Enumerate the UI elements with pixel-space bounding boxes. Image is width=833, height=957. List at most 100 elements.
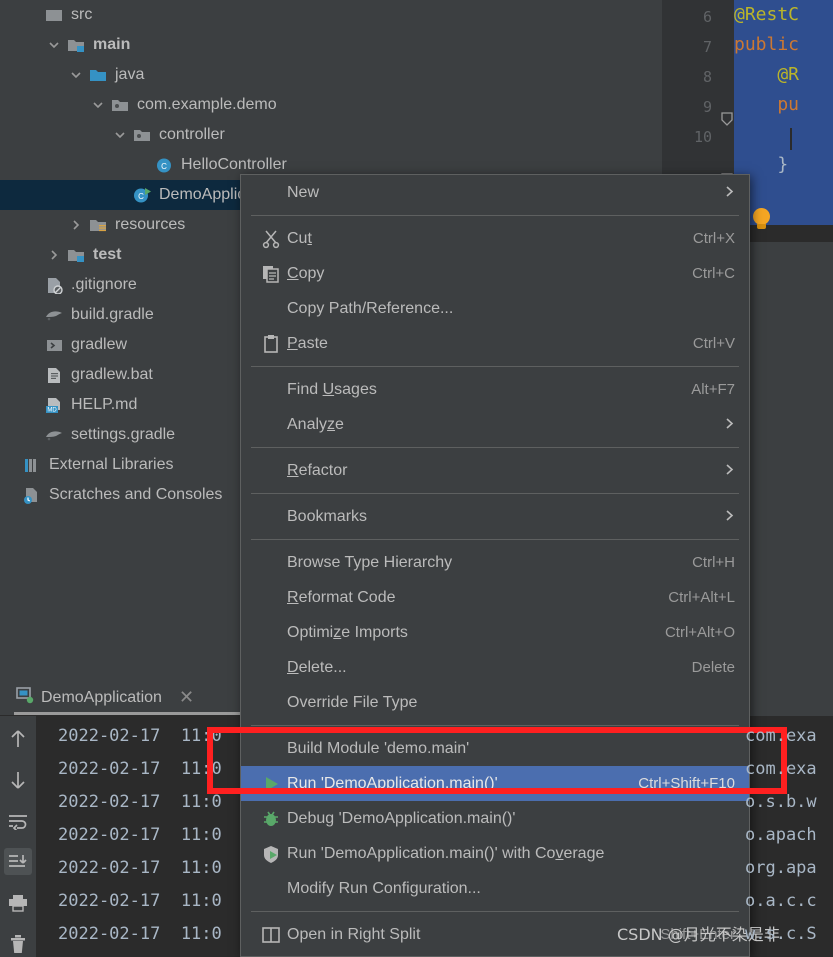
tree-item-label: HelloController: [181, 156, 287, 173]
tree-item-label: build.gradle: [71, 306, 154, 323]
print-icon[interactable]: [4, 889, 32, 916]
menu-item-modify-run-configuration[interactable]: Modify Run Configuration...: [241, 871, 749, 906]
menu-item-copy[interactable]: Copy Ctrl+C: [241, 256, 749, 291]
log-logger-name: w.s.c.S: [745, 924, 817, 944]
chevron-right-icon[interactable]: [66, 219, 86, 231]
menu-item-label: Reformat Code: [287, 588, 396, 606]
close-icon[interactable]: ✕: [179, 687, 194, 708]
line-number: 6: [702, 8, 712, 26]
menu-item-shortcut: Ctrl+H: [692, 554, 735, 571]
scroll-up-icon[interactable]: [4, 726, 32, 753]
gradle-icon: [42, 307, 66, 324]
menu-item-label: Analyze: [287, 415, 344, 433]
scratches-icon: [20, 487, 44, 504]
log-logger-name: com.exa: [745, 759, 817, 779]
chevron-down-icon[interactable]: [66, 69, 86, 81]
menu-item-bookmarks[interactable]: Bookmarks: [241, 499, 749, 534]
menu-item-label: Copy: [287, 264, 325, 282]
menu-item-shortcut: Ctrl+X: [692, 230, 735, 247]
intention-bulb-icon[interactable]: [753, 208, 770, 229]
fold-marker-collapse-icon[interactable]: [721, 112, 733, 130]
code-line-8: @R: [734, 64, 800, 85]
tree-item-com-example-demo[interactable]: com.example.demo: [0, 90, 680, 120]
clear-all-trash-icon[interactable]: [4, 930, 32, 957]
menu-item-run-demoapplication-main[interactable]: Run 'DemoApplication.main()' Ctrl+Shift+F…: [241, 766, 749, 801]
menu-item-open-in[interactable]: Open In: [241, 952, 749, 956]
shell-script-icon: [42, 337, 66, 354]
package-icon: [130, 127, 154, 144]
tree-item-src[interactable]: src: [0, 0, 680, 30]
chevron-down-icon[interactable]: [110, 129, 130, 141]
menu-item-label: Browse Type Hierarchy: [287, 553, 453, 571]
menu-item-new[interactable]: New: [241, 175, 749, 210]
menu-item-copy-path-reference[interactable]: Copy Path/Reference...: [241, 291, 749, 326]
log-logger-name: o.apach: [745, 825, 817, 845]
menu-separator: [251, 215, 739, 216]
folder-gray-icon: [42, 7, 66, 24]
menu-item-shortcut: Delete: [691, 659, 735, 676]
tree-item-label: test: [93, 246, 122, 263]
menu-item-label: Cut: [287, 229, 312, 247]
menu-item-optimize-imports[interactable]: Optimize Imports Ctrl+Alt+O: [241, 615, 749, 650]
chevron-down-icon[interactable]: [44, 39, 64, 51]
svg-text:C: C: [138, 192, 144, 201]
log-logger-name: org.apa: [745, 858, 817, 878]
menu-item-override-file-type[interactable]: Override File Type: [241, 685, 749, 720]
soft-wrap-icon[interactable]: [4, 808, 32, 835]
tree-item-label: java: [115, 66, 145, 83]
log-line: 2022-02-17 11:0: [58, 792, 222, 812]
split-icon: [255, 925, 287, 945]
tree-item-controller[interactable]: controller: [0, 120, 680, 150]
line-number: 8: [702, 68, 712, 86]
log-line: 2022-02-17 11:0: [58, 825, 222, 845]
tree-item-label: Scratches and Consoles: [49, 486, 223, 503]
chevron-down-icon[interactable]: [88, 99, 108, 111]
tree-item-label: gradlew.bat: [71, 366, 153, 383]
menu-separator: [251, 911, 739, 912]
cut-icon: [255, 229, 287, 249]
menu-item-paste[interactable]: Paste Ctrl+V: [241, 326, 749, 361]
tree-item-label: controller: [159, 126, 225, 143]
folder-source-icon: [64, 37, 88, 54]
chevron-right-icon[interactable]: [44, 249, 64, 261]
folder-test-icon: [64, 247, 88, 264]
menu-item-label: New: [287, 183, 320, 201]
project-view-context-menu[interactable]: New Cut Ctrl+X Copy Ctrl+C Copy Path/Referenc…: [240, 174, 750, 957]
chevron-right-icon: [724, 417, 735, 433]
scroll-down-icon[interactable]: [4, 767, 32, 794]
chevron-right-icon: [724, 509, 735, 525]
tree-item-label: HELP.md: [71, 396, 138, 413]
log-line: 2022-02-17 11:0: [58, 759, 222, 779]
console-tab-demoapplication[interactable]: DemoApplication ✕: [14, 681, 194, 715]
menu-item-run-demoapplication-main-with-coverage[interactable]: Run 'DemoApplication.main()' with Covera…: [241, 836, 749, 871]
run-config-icon: [14, 685, 34, 710]
tree-item-label: resources: [115, 216, 186, 233]
code-line-11: }: [734, 154, 789, 175]
menu-item-refactor[interactable]: Refactor: [241, 453, 749, 488]
text-caret: [790, 128, 792, 150]
menu-item-label: Bookmarks: [287, 507, 368, 525]
menu-item-label: Build Module 'demo.main': [287, 739, 470, 757]
tree-item-main[interactable]: main: [0, 30, 680, 60]
chevron-right-icon: [724, 185, 735, 201]
menu-item-browse-type-hierarchy[interactable]: Browse Type Hierarchy Ctrl+H: [241, 545, 749, 580]
menu-item-debug-demoapplication-main[interactable]: Debug 'DemoApplication.main()': [241, 801, 749, 836]
menu-item-delete[interactable]: Delete... Delete: [241, 650, 749, 685]
scroll-to-end-icon[interactable]: [4, 848, 32, 876]
menu-item-cut[interactable]: Cut Ctrl+X: [241, 221, 749, 256]
menu-item-label: Optimize Imports: [287, 623, 408, 641]
code-line-7: public: [734, 34, 800, 55]
tree-item-java[interactable]: java: [0, 60, 680, 90]
svg-text:C: C: [161, 162, 167, 171]
menu-item-analyze[interactable]: Analyze: [241, 407, 749, 442]
menu-item-build-module-demo-main[interactable]: Build Module 'demo.main': [241, 731, 749, 766]
console-toolbar[interactable]: [0, 716, 36, 957]
menu-item-reformat-code[interactable]: Reformat Code Ctrl+Alt+L: [241, 580, 749, 615]
menu-item-label: Delete...: [287, 658, 347, 676]
menu-item-label: Debug 'DemoApplication.main()': [287, 809, 516, 827]
menu-item-find-usages[interactable]: Find Usages Alt+F7: [241, 372, 749, 407]
menu-separator: [251, 539, 739, 540]
menu-separator: [251, 366, 739, 367]
runnable-class-icon: C: [130, 187, 154, 204]
log-logger-name: com.exa: [745, 726, 817, 746]
